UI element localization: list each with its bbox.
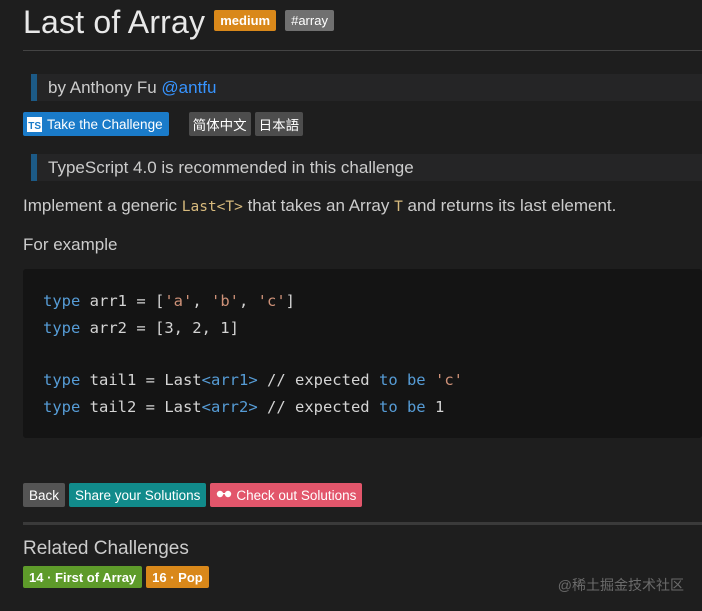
related-list: 14 · First of Array 16 · Pop [23,566,209,588]
author-link[interactable]: @antfu [161,78,216,98]
title-row: Last of Array medium #array [23,4,334,41]
check-solutions-label: Check out Solutions [236,487,357,503]
glasses-icon [216,488,232,502]
code-text: arr1 = [ [80,292,165,310]
code-line-1: type arr1 = ['a', 'b', 'c'] [43,292,295,310]
code-comment: // expected [257,371,379,389]
code-text: arr2 = [3, 2, 1] [80,319,239,337]
code-text: tail2 = Last [80,398,202,416]
take-challenge-label: Take the Challenge [47,116,163,132]
desc-after: and returns its last element. [402,196,617,215]
lang-ja-button[interactable]: 日本語 [254,112,304,136]
related-pop[interactable]: 16 · Pop [146,566,209,588]
share-solutions-button[interactable]: Share your Solutions [69,483,207,507]
difficulty-badge[interactable]: medium [214,10,277,31]
related-title: Related Challenges [23,538,189,559]
code-number: 1 [435,398,445,416]
example-label: For example [23,235,118,254]
related-divider [23,522,702,525]
page-title: Last of Array [23,4,206,40]
code-generic: <arr1> [201,371,258,389]
code-generic: <arr2> [201,398,258,416]
code-keyword: to be [378,371,426,389]
chip-row: TS Take the Challenge 简体中文 日本語 [23,112,304,136]
desc-code-t: T [394,199,403,215]
code-line-2: type arr2 = [3, 2, 1] [43,319,239,337]
code-keyword: to be [378,398,426,416]
author-prefix: by Anthony Fu [48,77,157,97]
code-string: 'b' [211,292,239,310]
code-keyword: type [43,292,81,310]
desc-middle: that takes an Array [242,196,395,215]
related-first-of-array[interactable]: 14 · First of Array [23,566,143,588]
code-comment: // expected [257,398,379,416]
code-string: 'a' [164,292,193,310]
typescript-icon: TS [27,116,42,132]
code-block: type arr1 = ['a', 'b', 'c'] type arr2 = … [23,269,702,438]
back-button[interactable]: Back [23,483,66,507]
watermark: @稀土掘金技术社区 [557,577,684,593]
action-buttons: Back Share your Solutions Check out Solu… [23,483,363,507]
code-line-3: type tail1 = Last<arr1> // expected to b… [43,371,463,389]
code-text: , [192,292,211,310]
code-text: ] [285,292,296,310]
desc-code-last: Last<T> [181,199,243,215]
author-quote: by Anthony Fu @antfu [31,74,702,101]
check-solutions-button[interactable]: Check out Solutions [210,483,363,507]
code-text: tail1 = Last [80,371,202,389]
ts-version-note: TypeScript 4.0 is recommended in this ch… [31,154,702,181]
description: Implement a generic Last<T> that takes a… [23,196,616,216]
take-challenge-button[interactable]: TS Take the Challenge [23,112,169,136]
code-keyword: type [43,371,81,389]
lang-zh-button[interactable]: 简体中文 [188,112,251,136]
desc-before: Implement a generic [23,196,182,215]
code-keyword: type [43,398,81,416]
code-line-4: type tail2 = Last<arr2> // expected to b… [43,398,444,416]
code-string: 'c' [435,371,463,389]
tag-badge[interactable]: #array [285,10,334,31]
title-divider [23,50,702,51]
code-text: , [239,292,258,310]
code-keyword: type [43,319,81,337]
code-string: 'c' [257,292,286,310]
